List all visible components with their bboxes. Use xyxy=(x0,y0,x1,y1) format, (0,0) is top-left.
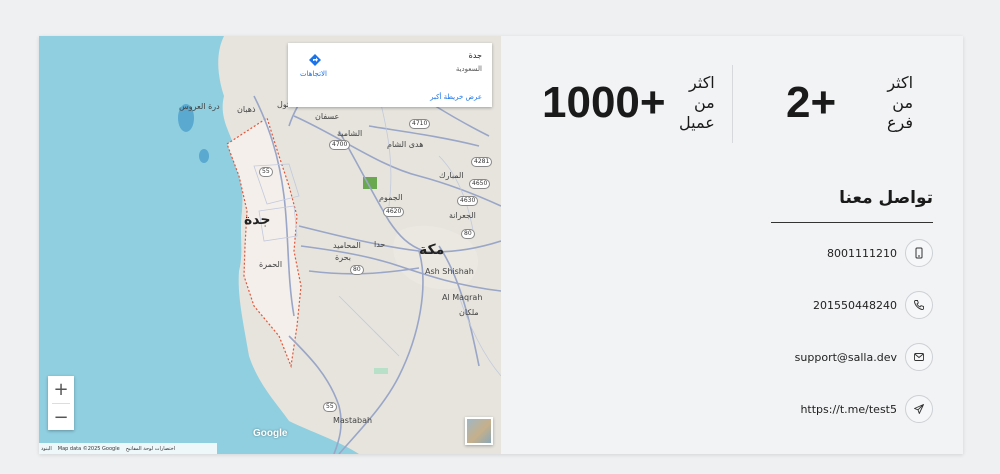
embedded-map[interactable]: جدة مكة Ash Shishah Al Maqrah Mastabah م… xyxy=(39,36,501,454)
map-label-dhahban: ذهبان xyxy=(237,105,256,114)
clients-caption-line: اكثر xyxy=(689,73,715,92)
map-label-jeddah: جدة xyxy=(244,212,271,228)
telegram-link[interactable]: https://t.me/test5 xyxy=(800,403,897,416)
stats-divider xyxy=(732,65,733,143)
map-label-asfan: عسفان xyxy=(315,112,340,121)
map-label-al-shamiya: الشامية xyxy=(337,129,363,138)
clients-count: 1000+ xyxy=(542,78,666,127)
route-shield: 80 xyxy=(461,229,475,239)
clients-caption-line: من xyxy=(694,93,715,112)
map-label-al-mubarak: المبارك xyxy=(439,171,464,180)
phone-icon xyxy=(905,291,933,319)
map-label-al-mahamid: المحاميد xyxy=(333,241,361,250)
map-label-malkan: ملكان xyxy=(459,308,479,317)
contact-item-phone[interactable]: 201550448240 xyxy=(813,290,933,320)
place-title: جدة xyxy=(468,51,482,60)
clients-caption: اكثر من عميل xyxy=(679,73,715,133)
directions-link[interactable]: الاتجاهات xyxy=(300,70,327,78)
zoom-control: + − xyxy=(48,376,74,430)
map-label-al-jaranah: الجعرانة xyxy=(449,211,476,220)
green-area xyxy=(374,368,388,374)
view-larger-map-link[interactable]: عرض خريطة أكبر xyxy=(430,93,482,101)
branches-caption-line: اكثر xyxy=(887,73,914,92)
zoom-in-button[interactable]: + xyxy=(48,376,74,403)
contact-item-email[interactable]: support@salla.dev xyxy=(795,342,933,372)
directions-icon[interactable] xyxy=(308,52,322,66)
branches-caption: اكثر من فرع xyxy=(887,73,913,133)
keyboard-shortcuts-link[interactable]: اختصارات لوحة المفاتيح xyxy=(126,446,175,452)
route-shield: 4630 xyxy=(457,196,479,206)
clients-caption-line: عميل xyxy=(679,113,715,132)
map-info-box: جدة السعودية الاتجاهات عرض خريطة أكبر xyxy=(288,43,492,107)
route-shield: 80 xyxy=(350,265,364,275)
map-label-al-jumum: الجموم xyxy=(379,193,403,202)
zoom-out-button[interactable]: − xyxy=(48,404,74,431)
map-attribution: البنود Map data ©2025 Google اختصارات لو… xyxy=(39,443,217,454)
phone-number[interactable]: 201550448240 xyxy=(813,299,897,312)
route-shield: 4650 xyxy=(469,179,491,189)
route-shield: 55 xyxy=(323,402,337,412)
route-shield: 4700 xyxy=(329,140,351,150)
route-shield: 4620 xyxy=(383,207,405,217)
map-label-mastabah: Mastabah xyxy=(333,416,373,425)
mail-icon xyxy=(905,343,933,371)
email-address[interactable]: support@salla.dev xyxy=(795,351,897,364)
map-label-ash-shishah: Ash Shishah xyxy=(425,267,474,276)
contact-title: تواصل معنا xyxy=(839,188,933,208)
map-type-toggle[interactable] xyxy=(465,417,493,445)
stats-section: 1000+ اكثر من عميل 2+ اكثر من فرع xyxy=(501,36,963,176)
branches-caption-line: فرع xyxy=(887,113,914,132)
map-label-hada: حدا xyxy=(374,240,386,249)
telegram-icon xyxy=(905,395,933,423)
map-data-text: Map data ©2025 Google xyxy=(57,445,120,452)
route-shield: 4710 xyxy=(409,119,431,129)
place-subtitle: السعودية xyxy=(455,65,482,73)
map-label-bahra: بحرة xyxy=(335,253,351,262)
branches-count: 2+ xyxy=(786,78,837,127)
lagoon-small xyxy=(199,149,209,163)
map-label-hada-al-sham: هدى الشام xyxy=(387,140,424,149)
contact-card: جدة مكة Ash Shishah Al Maqrah Mastabah م… xyxy=(39,36,963,454)
route-shield: 55 xyxy=(259,167,273,177)
mobile-number[interactable]: 8001111210 xyxy=(827,247,897,260)
contact-item-mobile[interactable]: 8001111210 xyxy=(827,238,933,268)
map-label-makkah: مكة xyxy=(419,242,445,258)
route-shield: 4281 xyxy=(471,157,493,167)
terms-link[interactable]: البنود xyxy=(41,446,52,452)
contact-title-underline xyxy=(771,222,933,223)
google-logo: Google xyxy=(253,428,288,439)
map-label-durrat-al-arous: درة العروس xyxy=(179,102,220,111)
contact-item-telegram[interactable]: https://t.me/test5 xyxy=(800,394,933,424)
branches-caption-line: من xyxy=(892,93,914,112)
map-label-al-maqrah: Al Maqrah xyxy=(442,293,483,302)
mobile-icon xyxy=(905,239,933,267)
map-label-al-hamra: الحمرة xyxy=(259,260,283,269)
